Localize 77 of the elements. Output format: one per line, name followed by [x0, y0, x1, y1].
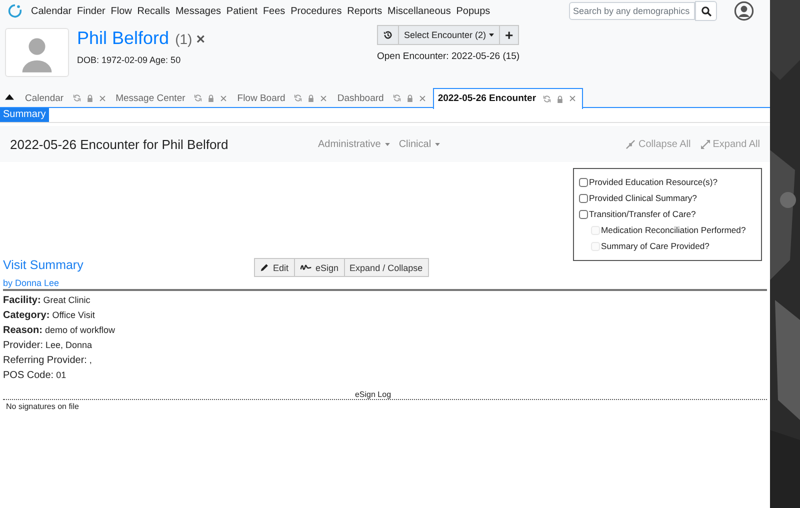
menu-item[interactable]: Reports: [347, 6, 382, 16]
menu-item[interactable]: Flow: [110, 6, 132, 16]
arrows-out-icon: [700, 140, 710, 148]
log-entry: No signatures on file: [6, 402, 80, 411]
patient-dob: DOB: 1972-02-09 Age: 50: [77, 55, 182, 65]
checkbox[interactable]: [579, 194, 588, 202]
checkbox[interactable]: [579, 210, 588, 218]
refresh-icon[interactable]: [72, 94, 81, 102]
search-field[interactable]: Search by any demographics: [569, 2, 695, 20]
tab[interactable]: Calendar: [22, 89, 111, 107]
history-icon: [383, 30, 393, 40]
edit-button[interactable]: Edit: [254, 258, 295, 277]
pencil-icon: [260, 263, 269, 272]
menu-item[interactable]: Calendar: [31, 6, 72, 16]
expand-collapse-button[interactable]: Expand / Collapse: [344, 258, 429, 277]
caret-icon: [435, 142, 440, 146]
refresh-icon[interactable]: [543, 94, 552, 102]
arrows-in-icon: [626, 140, 636, 148]
field-text: Referring Provider: ,: [3, 354, 93, 368]
checkbox-label: Provided Clinical Summary?: [589, 193, 697, 203]
close-icon[interactable]: [98, 94, 106, 102]
open-encounter-text: Open Encounter: 2022-05-26 (15): [377, 51, 520, 62]
signature-icon: [300, 264, 312, 271]
encounter-title: 2022-05-26 Encounter for Phil Belford: [10, 136, 230, 152]
select-encounter-button[interactable]: Select Encounter (2): [399, 25, 500, 45]
lock-icon[interactable]: [86, 94, 94, 102]
close-icon[interactable]: [320, 94, 328, 102]
checkbox-label: Transition/Transfer of Care?: [589, 209, 696, 219]
patient-count: (1): [175, 31, 192, 47]
menu-item[interactable]: Finder: [76, 6, 106, 16]
tab[interactable]: Flow Board: [234, 89, 332, 107]
esign-button[interactable]: eSign: [294, 258, 345, 277]
summary-tab[interactable]: Summary: [0, 108, 49, 122]
refresh-icon[interactable]: [194, 94, 202, 102]
tab[interactable]: 2022-05-26 Encounter: [432, 88, 584, 108]
checkbox-label: Medication Reconciliation Performed?: [601, 225, 746, 235]
lock-icon[interactable]: [207, 94, 216, 102]
field-text: Reason: demo of workflow: [3, 324, 116, 338]
menu-item[interactable]: Popups: [456, 6, 490, 16]
tab[interactable]: Dashboard: [334, 89, 431, 107]
logo-icon[interactable]: [8, 4, 22, 18]
add-button[interactable]: +: [500, 25, 520, 45]
lock-icon[interactable]: [556, 94, 564, 102]
lock-icon[interactable]: [406, 94, 414, 102]
close-icon[interactable]: [418, 94, 426, 102]
close-icon[interactable]: [220, 94, 228, 102]
author-link[interactable]: by Donna Lee: [3, 278, 254, 288]
caret-icon: [489, 33, 494, 37]
field-text: POS Code: 01: [3, 369, 68, 383]
history-button[interactable]: [377, 25, 399, 45]
lock-icon[interactable]: [307, 94, 316, 102]
field-text: Category: Office Visit: [3, 309, 96, 323]
checkbox[interactable]: [579, 178, 588, 186]
user-icon[interactable]: [734, 1, 754, 21]
refresh-icon[interactable]: [294, 94, 302, 102]
search-button[interactable]: [695, 1, 717, 21]
esign-log-title: eSign Log: [354, 390, 392, 399]
field-text: Facility: Great Clinic: [3, 294, 92, 308]
menu-item[interactable]: Patient: [226, 6, 258, 16]
checkbox-label: Summary of Care Provided?: [601, 241, 710, 251]
menu-item[interactable]: Messages: [175, 6, 222, 16]
menu-item[interactable]: Fees: [262, 6, 286, 16]
menu-item[interactable]: Procedures: [290, 6, 342, 16]
checkbox-label: Provided Education Resource(s)?: [589, 177, 718, 187]
field-text: Provider: Lee, Donna: [3, 339, 94, 353]
close-button[interactable]: ×: [196, 31, 205, 48]
patient-name[interactable]: Phil Belford: [77, 28, 170, 49]
refresh-icon[interactable]: [392, 94, 401, 102]
collapse-icon[interactable]: [5, 94, 14, 100]
close-icon[interactable]: [569, 95, 576, 102]
menu-item[interactable]: Miscellaneous: [388, 6, 451, 16]
menu-item[interactable]: Recalls: [137, 6, 170, 16]
tab[interactable]: Message Center: [112, 89, 232, 107]
section-title[interactable]: Visit Summary: [3, 258, 254, 272]
caret-icon: [384, 142, 390, 146]
search-icon: [700, 6, 712, 16]
avatar: [5, 28, 69, 77]
